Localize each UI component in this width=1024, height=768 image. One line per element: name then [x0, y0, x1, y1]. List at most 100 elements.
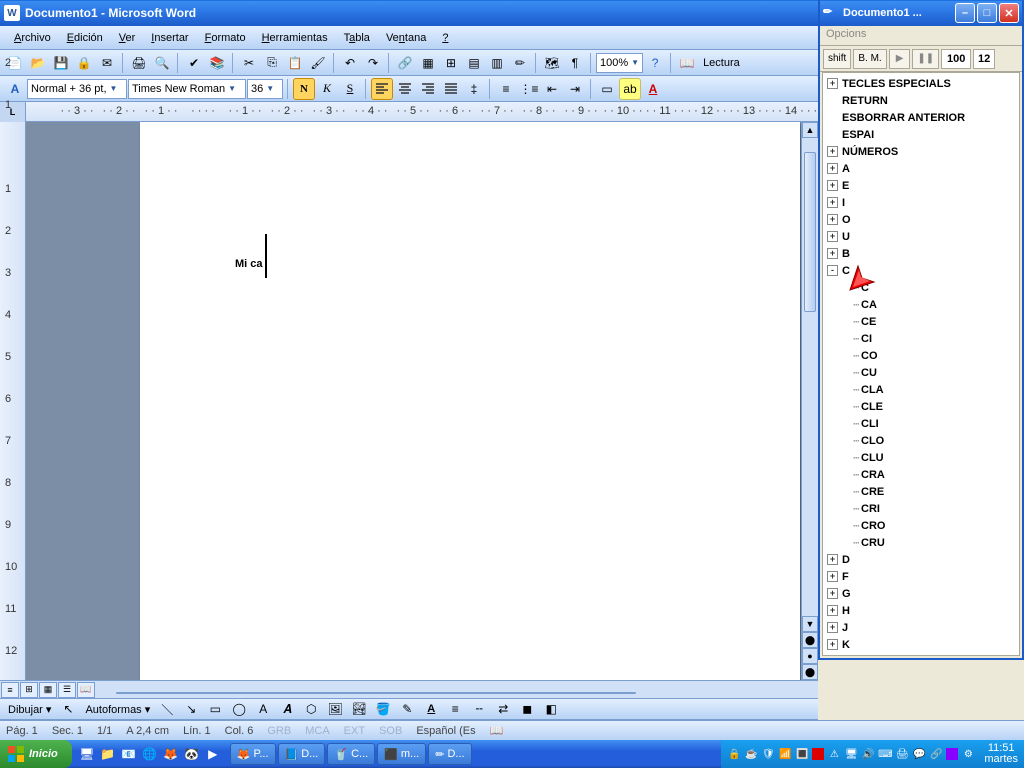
bold-button[interactable]: N — [293, 78, 315, 100]
tree-node[interactable]: +O — [823, 211, 1019, 228]
bm-button[interactable]: B. M. — [853, 49, 886, 69]
reading-icon[interactable]: 📖 — [676, 52, 698, 74]
tree-leaf[interactable]: ···CRO — [823, 517, 1019, 534]
save-button[interactable]: 💾 — [50, 52, 72, 74]
tree-leaf[interactable]: ···CLU — [823, 449, 1019, 466]
status-sob[interactable]: SOB — [379, 725, 402, 737]
tables-borders-button[interactable]: ▦ — [417, 52, 439, 74]
line-color-button[interactable]: ✎ — [396, 698, 418, 720]
mail-button[interactable]: ✉ — [96, 52, 118, 74]
speed-input[interactable] — [941, 49, 971, 69]
web-view-button[interactable]: ⊞ — [20, 682, 38, 698]
dash-style-button[interactable]: ╌ — [468, 698, 490, 720]
document-scroll[interactable]: Mi ca — [26, 122, 818, 698]
menu-ver[interactable]: Ver — [111, 29, 144, 47]
tray-icon[interactable]: 🔳 — [795, 747, 809, 761]
tray-icon[interactable]: ⚠ — [827, 747, 841, 761]
tray-icon[interactable]: 🛡 — [761, 747, 775, 761]
ruler-vertical[interactable]: 21123456789101112 — [0, 122, 26, 698]
menu-edicion[interactable]: Edición — [59, 29, 111, 47]
tree-node[interactable]: +NÚMEROS — [823, 143, 1019, 160]
show-marks-button[interactable]: ¶ — [564, 52, 586, 74]
tray-icon[interactable]: 💬 — [912, 747, 926, 761]
tree-leaf[interactable]: ···C — [823, 279, 1019, 296]
scrollbar-vertical[interactable]: ▲ ▼ ⬤ ● ⬤ — [801, 122, 818, 680]
task-button[interactable]: 🦊P... — [230, 743, 276, 765]
borders-button[interactable]: ▭ — [596, 78, 618, 100]
syllable-tree[interactable]: +TECLES ESPECIALSRETURNESBORRAR ANTERIOR… — [822, 72, 1020, 656]
menu-formato[interactable]: Formato — [197, 29, 254, 47]
line-style-button[interactable]: ≡ — [444, 698, 466, 720]
wordart-button[interactable]: 𝑨 — [276, 698, 298, 720]
tree-node[interactable]: +TECLES ESPECIALS — [823, 75, 1019, 92]
diagram-button[interactable]: ⬡ — [300, 698, 322, 720]
print-preview-button[interactable]: 🔍 — [151, 52, 173, 74]
research-button[interactable]: 📚 — [206, 52, 228, 74]
minimize-button[interactable]: – — [955, 3, 975, 23]
normal-view-button[interactable]: ≡ — [1, 682, 19, 698]
3d-button[interactable]: ◧ — [540, 698, 562, 720]
tree-leaf[interactable]: ···CRE — [823, 483, 1019, 500]
tree-node[interactable]: +K — [823, 636, 1019, 653]
tray-icon[interactable]: ⌨ — [878, 747, 892, 761]
tree-node[interactable]: +I — [823, 194, 1019, 211]
tray-clock[interactable]: 11:51 martes — [984, 743, 1018, 765]
line-spacing-button[interactable]: ‡ — [463, 78, 485, 100]
ql-ie-icon[interactable]: 🌐 — [141, 745, 159, 763]
size-input[interactable] — [973, 49, 995, 69]
tree-leaf[interactable]: ···CE — [823, 313, 1019, 330]
ql-explorer-icon[interactable]: 📁 — [99, 745, 117, 763]
help-button[interactable]: ? — [644, 52, 666, 74]
tray-icon[interactable] — [946, 748, 958, 760]
align-center-button[interactable] — [394, 78, 416, 100]
scroll-down-button[interactable]: ▼ — [802, 616, 818, 632]
permissions-button[interactable]: 🔒 — [73, 52, 95, 74]
format-painter-button[interactable]: 🖌 — [307, 52, 329, 74]
tree-leaf[interactable]: ···CRA — [823, 466, 1019, 483]
start-button[interactable]: Inicio — [0, 740, 72, 768]
shift-button[interactable]: shift — [823, 49, 851, 69]
fill-color-button[interactable]: 🪣 — [372, 698, 394, 720]
tree-leaf[interactable]: ···CLI — [823, 415, 1019, 432]
tree-node[interactable]: +B — [823, 245, 1019, 262]
tray-icon[interactable] — [812, 748, 824, 760]
scroll-thumb-v[interactable] — [804, 152, 816, 312]
ql-media-icon[interactable]: ▶ — [204, 745, 222, 763]
tree-leaf[interactable]: ···CRI — [823, 500, 1019, 517]
arrow-button[interactable]: ↘ — [180, 698, 202, 720]
tray-icon[interactable]: 🔊 — [861, 747, 875, 761]
ql-firefox-icon[interactable]: 🦊 — [162, 745, 180, 763]
status-lang[interactable]: Español (Es — [416, 725, 475, 737]
align-left-button[interactable] — [371, 78, 393, 100]
copy-button[interactable]: ⎘ — [261, 52, 283, 74]
tree-leaf[interactable]: ···CU — [823, 364, 1019, 381]
tree-node[interactable]: +U — [823, 228, 1019, 245]
tree-leaf[interactable]: ···CLA — [823, 381, 1019, 398]
tree-leaf[interactable]: ···CRU — [823, 534, 1019, 551]
undo-button[interactable]: ↶ — [339, 52, 361, 74]
tree-node[interactable]: RETURN — [823, 92, 1019, 109]
task-button[interactable]: 📘D... — [278, 743, 326, 765]
pause-button[interactable]: ❚❚ — [912, 49, 939, 69]
clipart-button[interactable]: 🖼 — [324, 698, 346, 720]
sidepanel-menu[interactable]: Opcions — [820, 26, 1022, 46]
italic-button[interactable]: K — [316, 78, 338, 100]
tree-node[interactable]: +J — [823, 619, 1019, 636]
tree-leaf[interactable]: ···CI — [823, 330, 1019, 347]
ql-panda-icon[interactable]: 🐼 — [183, 745, 201, 763]
columns-button[interactable]: ▥ — [486, 52, 508, 74]
cut-button[interactable]: ✂ — [238, 52, 260, 74]
browse-object-button[interactable]: ● — [802, 648, 818, 664]
highlight-button[interactable]: ab — [619, 78, 641, 100]
ql-desktop-icon[interactable]: 🖥 — [78, 745, 96, 763]
tree-node[interactable]: +G — [823, 585, 1019, 602]
status-grb[interactable]: GRB — [267, 725, 291, 737]
tray-icon[interactable]: 📶 — [778, 747, 792, 761]
reading-view-button[interactable]: 📖 — [77, 682, 95, 698]
draw-menu[interactable]: Dibujar ▾ — [4, 703, 55, 716]
bullets-button[interactable]: ⋮≡ — [518, 78, 540, 100]
ql-outlook-icon[interactable]: 📧 — [120, 745, 138, 763]
scroll-up-button[interactable]: ▲ — [802, 122, 818, 138]
justify-button[interactable] — [440, 78, 462, 100]
tree-node[interactable]: +D — [823, 551, 1019, 568]
